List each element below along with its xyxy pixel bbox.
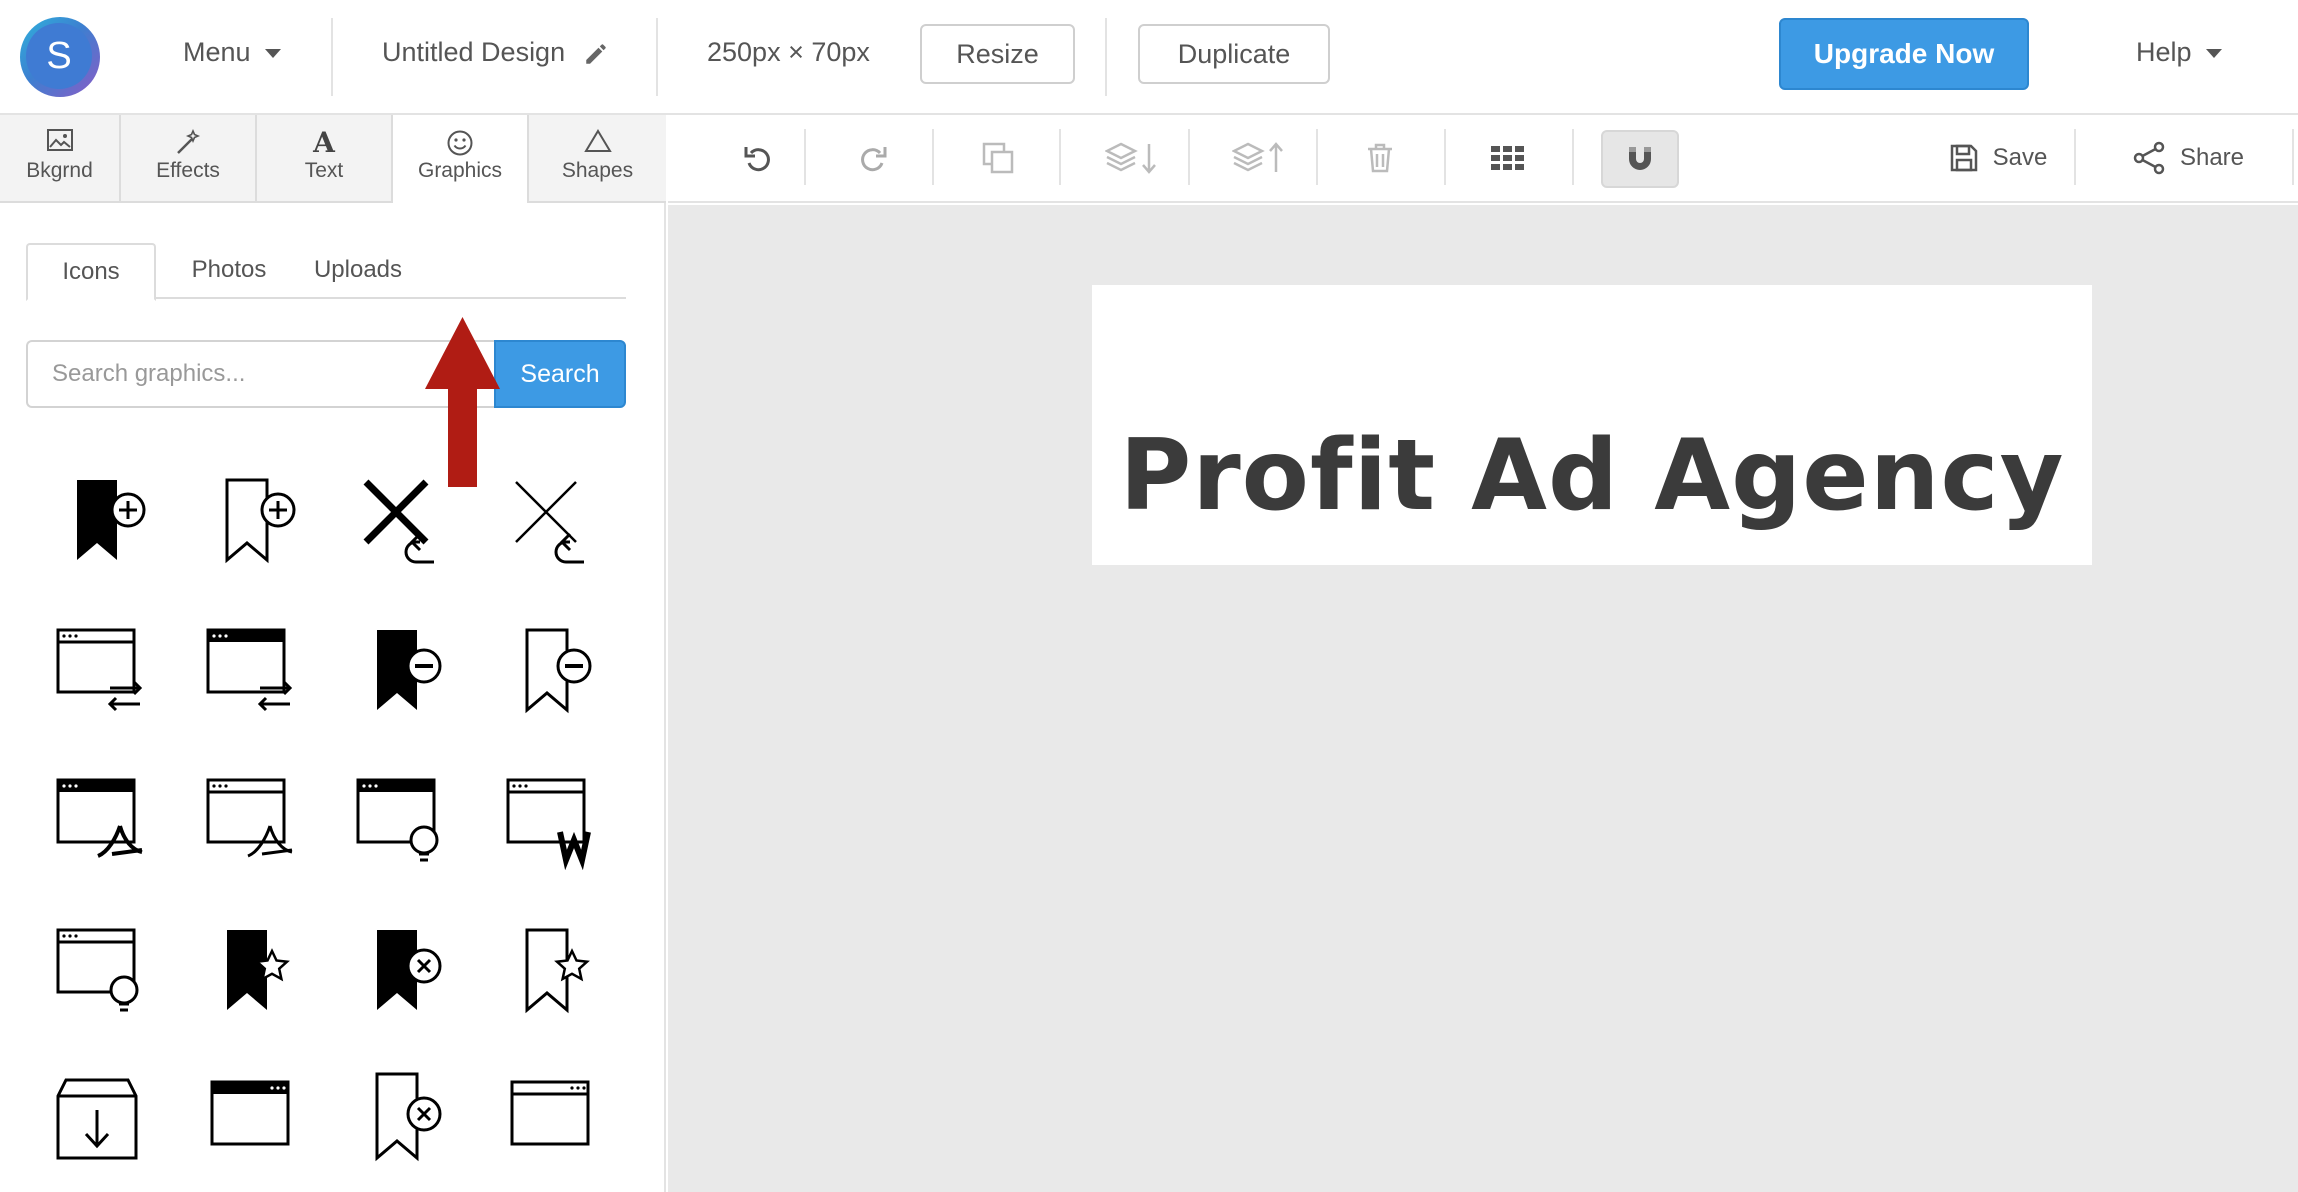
triangle-icon [529, 115, 666, 155]
save-icon [1950, 144, 1977, 172]
pencil-icon [585, 44, 606, 64]
bookmark-close-outline-icon[interactable] [350, 1070, 450, 1170]
window-pdf-outline-icon[interactable] [200, 770, 300, 870]
divider [1444, 129, 1446, 185]
help-dropdown[interactable]: Help [2136, 34, 2222, 70]
share-icon [2133, 141, 2165, 175]
magnet-icon [1629, 147, 1651, 170]
subtab-photos[interactable]: Photos [174, 243, 284, 299]
tab-text[interactable]: A Text [257, 115, 393, 203]
chevron-down-icon [2205, 49, 2222, 59]
share-label: Share [2179, 144, 2245, 171]
save-button[interactable]: Save [1918, 115, 2078, 201]
top-bar: S Menu Untitled Design 250px × 70px Resi… [0, 0, 2298, 115]
design-title-label: Untitled Design [382, 37, 566, 67]
redo-button[interactable] [833, 115, 913, 201]
bring-forward-icon [1232, 142, 1283, 172]
bookmark-add-outline-icon[interactable] [200, 470, 300, 570]
close-undo-bold-icon[interactable] [350, 470, 450, 570]
tab-graphics[interactable]: Graphics [393, 115, 529, 203]
divider [1105, 18, 1107, 96]
search-button[interactable]: Search [494, 340, 626, 408]
tab-label: Shapes [561, 159, 634, 182]
bookmark-remove-outline-icon[interactable] [500, 620, 600, 720]
divider [1188, 129, 1190, 185]
resize-button[interactable]: Resize [920, 24, 1075, 84]
close-undo-thin-icon[interactable] [500, 470, 600, 570]
tab-label: Bkgrnd [26, 159, 93, 182]
bring-forward-button[interactable] [1215, 115, 1305, 201]
divider [1572, 129, 1574, 185]
share-button[interactable]: Share [2098, 115, 2278, 201]
panel-tabs: Bkgrnd Effects A Text Graphics Shapes [0, 115, 666, 203]
tab-background[interactable]: Bkgrnd [0, 115, 121, 203]
tab-effects[interactable]: Effects [121, 115, 257, 203]
logo-letter: S [26, 23, 92, 89]
design-text[interactable]: Profit Ad Agency [1092, 421, 2092, 531]
window-word-icon[interactable] [500, 770, 600, 871]
graphics-subtabs: Icons Photos Uploads [26, 243, 626, 301]
save-label: Save [1992, 144, 2048, 171]
window-lightbulb-icon[interactable] [350, 770, 450, 870]
redo-icon [861, 147, 887, 172]
inbox-download-icon[interactable] [50, 1070, 150, 1170]
browser-window-outline-icon[interactable] [500, 1070, 600, 1170]
help-label: Help [2136, 37, 2192, 67]
tab-label: Effects [156, 159, 220, 182]
send-backward-button[interactable] [1088, 115, 1178, 201]
dimensions-text: 250px × 70px [707, 37, 870, 67]
image-icon [0, 115, 119, 155]
design-canvas[interactable]: Profit Ad Agency [1092, 285, 2092, 565]
window-lightbulb-outline-icon[interactable] [50, 920, 150, 1020]
annotation-arrow-icon [425, 317, 500, 487]
magic-wand-icon [121, 115, 255, 155]
trash-icon [1368, 143, 1392, 173]
grid-button[interactable] [1468, 115, 1548, 201]
bookmark-star-filled-icon[interactable] [200, 920, 300, 1020]
menu-label: Menu [183, 37, 251, 67]
undo-button[interactable] [718, 115, 798, 201]
tab-label: Text [304, 159, 344, 182]
editor-toolbar: Save Share [668, 115, 2298, 203]
text-icon: A [313, 126, 335, 159]
subtab-uploads[interactable]: Uploads [298, 243, 418, 299]
tab-label: Graphics [417, 159, 503, 182]
divider [804, 129, 806, 185]
divider [1316, 129, 1318, 185]
copy-icon [982, 142, 1014, 174]
divider [1059, 129, 1061, 185]
delete-button[interactable] [1340, 115, 1420, 201]
window-pdf-icon[interactable] [50, 770, 150, 870]
subtab-icons[interactable]: Icons [26, 243, 156, 301]
browser-window-icon[interactable] [200, 1070, 300, 1170]
divider [2292, 129, 2294, 185]
arrow-shape [425, 317, 500, 487]
bookmark-star-outline-icon[interactable] [500, 920, 600, 1020]
divider [656, 18, 658, 96]
duplicate-button[interactable]: Duplicate [1138, 24, 1330, 84]
undo-icon [744, 147, 770, 172]
bookmark-add-filled-icon[interactable] [50, 470, 150, 570]
left-panel: Bkgrnd Effects A Text Graphics Shapes Ic… [0, 115, 666, 1192]
bookmark-close-filled-icon[interactable] [350, 920, 450, 1020]
divider [331, 18, 333, 96]
chevron-down-icon [264, 49, 281, 59]
copy-button[interactable] [958, 115, 1038, 201]
canvas-area: Profit Ad Agency [668, 205, 2298, 1192]
tab-shapes[interactable]: Shapes [529, 115, 666, 203]
upgrade-now-button[interactable]: Upgrade Now [1779, 18, 2029, 90]
window-transfer-filled-icon[interactable] [200, 620, 300, 720]
snap-magnet-button[interactable] [1601, 130, 1679, 188]
bookmark-remove-filled-icon[interactable] [350, 620, 450, 720]
divider [2074, 129, 2076, 185]
window-transfer-icon[interactable] [50, 620, 150, 720]
app-logo[interactable]: S [20, 17, 100, 97]
menu-dropdown[interactable]: Menu [183, 34, 281, 70]
divider [932, 129, 934, 185]
grid-icon [1491, 146, 1524, 170]
design-title[interactable]: Untitled Design [382, 34, 609, 70]
send-backward-icon [1105, 142, 1156, 174]
smiley-icon [393, 115, 527, 156]
